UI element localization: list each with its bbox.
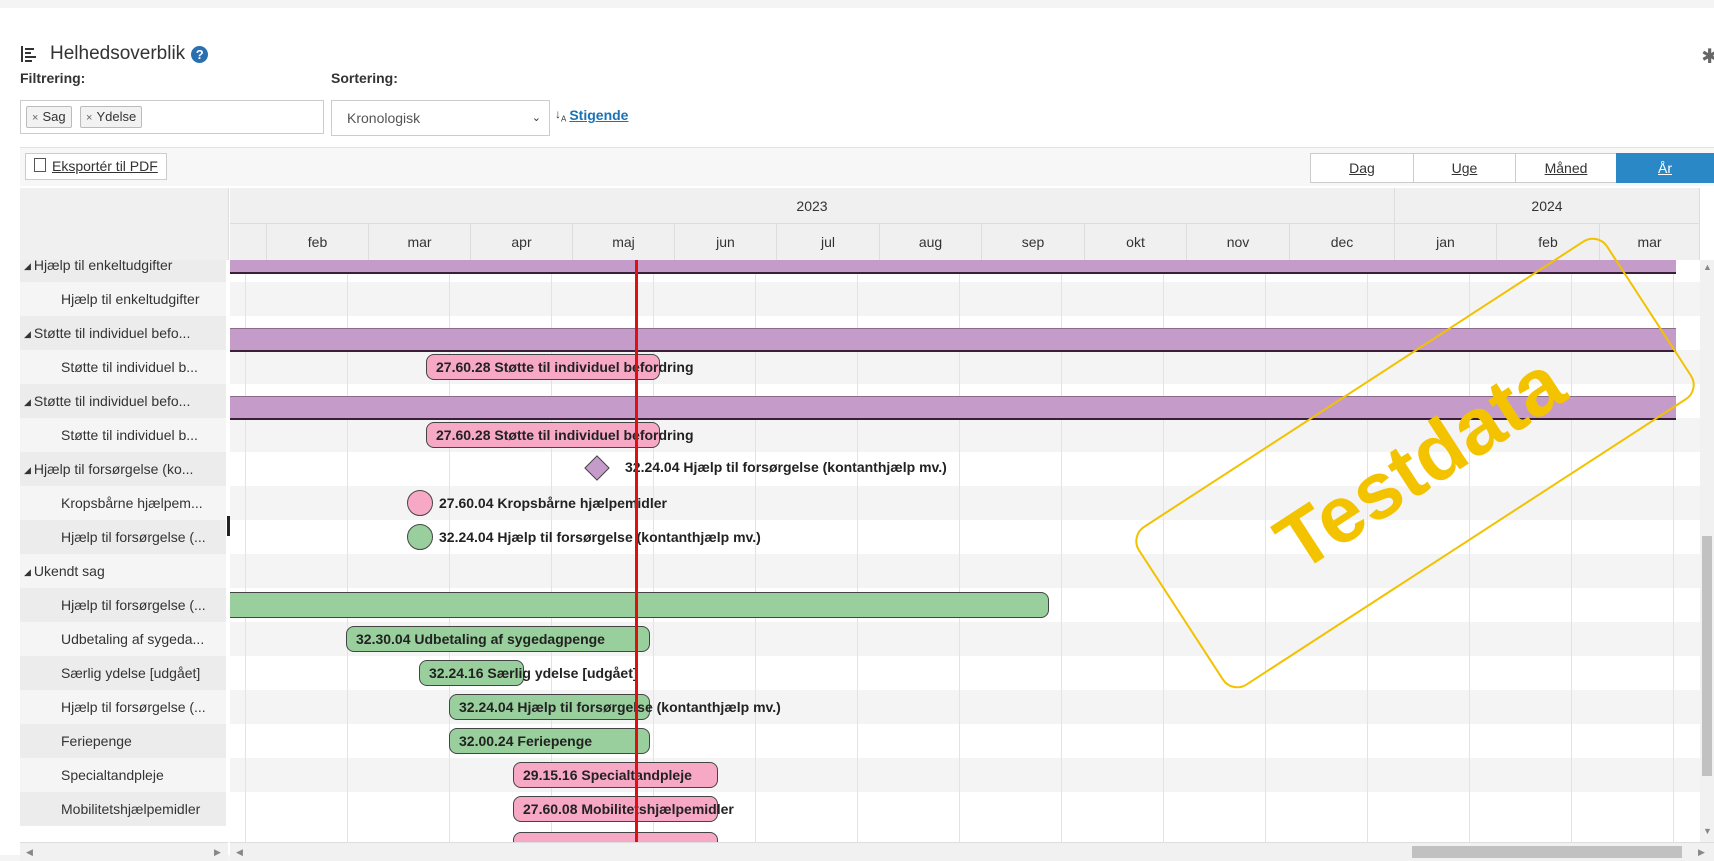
gantt-bar-label: 32.30.04 Udbetaling af sygedagpenge	[356, 631, 605, 647]
export-pdf-button[interactable]: Eksportér til PDF	[25, 153, 167, 180]
view-week-button[interactable]: Uge	[1413, 153, 1516, 183]
collapse-icon[interactable]: ◢	[24, 567, 31, 577]
list-icon	[21, 46, 36, 62]
filter-input[interactable]: × Sag × Ydelse	[20, 100, 324, 134]
row-label[interactable]: Støtte til individuel b...	[20, 418, 226, 452]
row-label[interactable]: Udbetaling af sygeda...	[20, 622, 226, 656]
row-label[interactable]: Feriepenge	[20, 724, 226, 758]
event-dot[interactable]	[407, 490, 433, 516]
row-label[interactable]: Særlig ydelse [udgået]	[20, 656, 226, 690]
summary-bar[interactable]	[230, 260, 1676, 274]
grid-row	[230, 758, 1700, 792]
month-header: sep	[982, 224, 1085, 260]
gantt-bar-label: 27.60.28 Støtte til individuel befordrin…	[436, 359, 694, 375]
pdf-icon	[34, 158, 46, 172]
row-label[interactable]: Hjælp til forsørgelse (...	[20, 690, 226, 724]
view-day-button[interactable]: Dag	[1310, 153, 1414, 183]
today-line	[635, 260, 638, 842]
scroll-left-icon[interactable]: ◀	[26, 847, 33, 858]
gantt-bar[interactable]	[230, 592, 1049, 618]
collapse-icon[interactable]: ◢	[24, 397, 31, 407]
chevron-down-icon: ⌄	[531, 112, 541, 124]
row-label[interactable]: ◢ Støtte til individuel befo...	[20, 384, 226, 418]
year-header: 2024	[1395, 188, 1700, 224]
gantt-bar-label: 29.15.16 Specialtandpleje	[523, 767, 692, 783]
remove-icon[interactable]: ×	[32, 112, 38, 124]
filter-label: Filtrering:	[20, 70, 86, 86]
row-label[interactable]: ◢ Hjælp til enkeltudgifter	[20, 260, 226, 282]
month-header: jul	[777, 224, 880, 260]
grid-row	[230, 792, 1700, 826]
sort-direction-link[interactable]: Stigende	[569, 107, 628, 123]
sort-direction[interactable]: ↓A Stigende	[555, 107, 628, 123]
horizontal-scroll-thumb[interactable]	[1412, 846, 1682, 858]
main-panel: Helhedsoverblik ? ✱ Filtrering: Sorterin…	[0, 8, 1714, 861]
row-label[interactable]: ◢ Støtte til individuel befo...	[20, 316, 226, 350]
month-header: aug	[880, 224, 982, 260]
month-header: maj	[573, 224, 675, 260]
month-header: nov	[1187, 224, 1290, 260]
sort-select[interactable]: Kronologisk ⌄	[331, 100, 550, 136]
scroll-up-icon[interactable]: ▲	[1703, 262, 1712, 272]
left-horizontal-scrollbar[interactable]: ◀ ▶	[20, 842, 228, 861]
row-header-corner	[20, 188, 229, 260]
gantt-bar-label: 27.60.28 Støtte til individuel befordrin…	[436, 427, 694, 443]
row-label[interactable]: Mobilitetshjælpemidler	[20, 792, 226, 826]
sort-ascending-icon: ↓A	[555, 107, 567, 124]
grid-row	[230, 554, 1700, 588]
gantt-bar-label: 32.24.04 Hjælp til forsørgelse (kontanth…	[459, 699, 781, 715]
gantt-bar-label: 32.24.16 Særlig ydelse [udgået]	[429, 665, 638, 681]
gantt-bar-label: 27.60.08 Mobilitetshjælpemidler	[523, 801, 734, 817]
month-header	[230, 224, 267, 260]
view-year-button[interactable]: År	[1616, 153, 1714, 183]
month-header: jun	[675, 224, 777, 260]
gantt-bar[interactable]	[513, 832, 718, 842]
month-header: okt	[1085, 224, 1187, 260]
month-header: feb	[267, 224, 369, 260]
month-header: apr	[471, 224, 573, 260]
row-label[interactable]: Kropsbårne hjælpem...	[20, 486, 226, 520]
row-label[interactable]: Hjælp til forsørgelse (...	[20, 520, 226, 554]
view-month-button[interactable]: Måned	[1515, 153, 1617, 183]
scroll-left-icon[interactable]: ◀	[236, 847, 243, 858]
row-label[interactable]: ◢ Ukendt sag	[20, 554, 226, 588]
scroll-right-icon[interactable]: ▶	[1698, 847, 1705, 858]
gantt-bar-label: 32.24.04 Hjælp til forsørgelse (kontanth…	[625, 459, 947, 475]
vertical-scroll-thumb[interactable]	[1702, 536, 1712, 776]
month-header: mar	[369, 224, 471, 260]
filter-chip-sag[interactable]: × Sag	[26, 106, 72, 128]
month-header: dec	[1290, 224, 1395, 260]
gantt-bar-label: 27.60.04 Kropsbårne hjælpemidler	[439, 495, 667, 511]
toolbar: Eksportér til PDF Dag Uge Måned År	[20, 147, 1714, 186]
year-header: 2023	[230, 188, 1395, 224]
remove-icon[interactable]: ×	[86, 112, 92, 124]
collapse-icon[interactable]: ◢	[24, 261, 31, 271]
gear-icon[interactable]: ✱	[1701, 44, 1714, 69]
row-labels: ◢ Hjælp til enkeltudgifter Hjælp til enke…	[20, 260, 226, 842]
collapse-icon[interactable]: ◢	[24, 465, 31, 475]
month-header: jan	[1395, 224, 1497, 260]
row-label[interactable]: Hjælp til enkeltudgifter	[20, 282, 226, 316]
event-dot[interactable]	[407, 524, 433, 550]
filter-chip-ydelse[interactable]: × Ydelse	[80, 106, 143, 128]
row-label[interactable]: Støtte til individuel b...	[20, 350, 226, 384]
row-label[interactable]: Specialtandpleje	[20, 758, 226, 792]
help-icon[interactable]: ?	[191, 45, 209, 63]
scroll-down-icon[interactable]: ▼	[1703, 826, 1712, 836]
title-row: Helhedsoverblik ?	[20, 41, 209, 67]
row-label[interactable]: ◢ Hjælp til forsørgelse (ko...	[20, 452, 226, 486]
month-header: mar	[1600, 224, 1700, 260]
page-title: Helhedsoverblik	[50, 43, 186, 64]
collapse-icon[interactable]: ◢	[24, 329, 31, 339]
scroll-right-icon[interactable]: ▶	[214, 847, 221, 858]
gantt-bar-label: 32.24.04 Hjælp til forsørgelse (kontanth…	[439, 529, 761, 545]
sort-label: Sortering:	[331, 70, 398, 86]
row-label[interactable]: Hjælp til forsørgelse (...	[20, 588, 226, 622]
gantt-bar-label: 32.00.24 Feriepenge	[459, 733, 593, 749]
